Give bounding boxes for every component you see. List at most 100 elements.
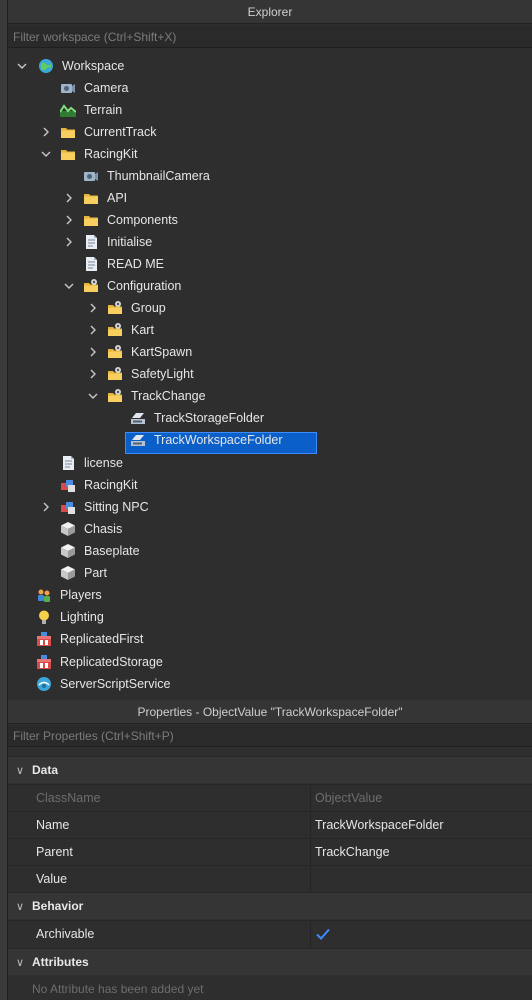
explorer-title: Explorer [8, 0, 532, 24]
chevron-down-icon[interactable] [87, 390, 99, 402]
prop-name-value: Value [36, 872, 68, 886]
tree-item-workspace[interactable]: Workspace [8, 55, 508, 77]
tree-item-baseplate[interactable]: Baseplate [8, 540, 508, 562]
tree-item-replicatedfirst[interactable]: ReplicatedFirst [8, 628, 508, 650]
script-icon [83, 256, 99, 272]
tree-item-label: Sitting NPC [84, 500, 149, 514]
tree-item-label: Camera [84, 81, 129, 95]
chevron-right-icon[interactable] [87, 302, 99, 314]
explorer-tree: Workspace Camera Terrain CurrentTrack Racing… [8, 55, 532, 695]
tree-item-thumbnailcamera[interactable]: ThumbnailCamera [8, 165, 508, 187]
tree-item-kartspawn[interactable]: KartSpawn [8, 341, 508, 363]
tree-item-camera[interactable]: Camera [8, 77, 508, 99]
chevron-down-icon[interactable] [40, 148, 52, 160]
chevron-right-icon[interactable] [40, 501, 52, 513]
part-icon [60, 543, 76, 559]
tree-item-label: SafetyLight [131, 367, 194, 381]
tree-item-trackworkspacefolder[interactable]: TrackWorkspaceFolder [8, 429, 508, 451]
tree-item-label: Baseplate [84, 544, 140, 558]
chevron-down-icon[interactable]: ∨ [8, 956, 32, 969]
section-data[interactable]: ∨ Data [8, 756, 532, 783]
checkmark-icon[interactable] [315, 926, 331, 942]
tree-item-currenttrack[interactable]: CurrentTrack [8, 121, 508, 143]
column-divider [310, 812, 311, 839]
camera-icon [83, 168, 99, 184]
chevron-down-icon[interactable] [16, 60, 28, 72]
prop-value-name[interactable]: TrackWorkspaceFolder [315, 812, 444, 839]
section-attributes[interactable]: ∨ Attributes [8, 948, 532, 975]
config-folder-icon [107, 388, 123, 404]
terrain-icon [60, 102, 76, 118]
tree-item-part[interactable]: Part [8, 562, 508, 584]
tree-item-label: ThumbnailCamera [107, 169, 210, 183]
tree-item-configuration[interactable]: Configuration [8, 275, 508, 297]
prop-value-classname: ObjectValue [315, 791, 383, 805]
chevron-down-icon[interactable]: ∨ [8, 764, 32, 777]
chevron-right-icon[interactable] [87, 324, 99, 336]
tree-item-label: ReplicatedStorage [60, 655, 163, 669]
tree-item-label: Group [131, 301, 166, 315]
tree-item-initialise[interactable]: Initialise [8, 231, 508, 253]
tree-item-label: Configuration [107, 279, 182, 293]
chevron-right-icon[interactable] [87, 368, 99, 380]
folder-icon [60, 146, 76, 162]
tree-item-label: TrackStorageFolder [154, 411, 264, 425]
tree-item-license[interactable]: license [8, 452, 508, 474]
tree-item-racingkit[interactable]: RacingKit [8, 143, 508, 165]
tree-item-serverscriptservice[interactable]: ServerScriptService [8, 673, 508, 695]
prop-row-value[interactable]: Value [8, 865, 532, 893]
tree-item-label: Players [60, 588, 102, 602]
prop-row-name[interactable]: Name TrackWorkspaceFolder [8, 811, 532, 839]
tree-item-terrain[interactable]: Terrain [8, 99, 508, 121]
tree-item-safetylight[interactable]: SafetyLight [8, 363, 508, 385]
tree-item-kart[interactable]: Kart [8, 319, 508, 341]
server-script-icon [36, 676, 52, 692]
chevron-right-icon[interactable] [63, 236, 75, 248]
tree-item-label: Lighting [60, 610, 104, 624]
prop-row-archivable[interactable]: Archivable [8, 920, 532, 948]
prop-name-name: Name [36, 818, 70, 832]
tree-item-racingkit[interactable]: RacingKit [8, 474, 508, 496]
section-behavior[interactable]: ∨ Behavior [8, 892, 532, 919]
prop-name-classname: ClassName [36, 791, 101, 805]
prop-value-parent[interactable]: TrackChange [315, 839, 390, 866]
tree-item-label: Components [107, 213, 178, 227]
tree-item-chasis[interactable]: Chasis [8, 518, 508, 540]
tree-item-lighting[interactable]: Lighting [8, 606, 508, 628]
tree-item-trackstoragefolder[interactable]: TrackStorageFolder [8, 407, 508, 429]
prop-name-archivable: Archivable [36, 927, 95, 941]
explorer-filter-input[interactable]: Filter workspace (Ctrl+Shift+X) [8, 26, 532, 48]
tree-item-label: CurrentTrack [84, 125, 157, 139]
tree-item-trackchange[interactable]: TrackChange [8, 385, 508, 407]
tree-item-label: Kart [131, 323, 154, 337]
model-icon [60, 499, 76, 515]
tree-item-group[interactable]: Group [8, 297, 508, 319]
config-folder-icon [107, 300, 123, 316]
tree-item-replicatedstorage[interactable]: ReplicatedStorage [8, 651, 508, 673]
properties-filter-input[interactable]: Filter Properties (Ctrl+Shift+P) [8, 725, 532, 747]
replicated-icon [36, 631, 52, 647]
chevron-down-icon[interactable]: ∨ [8, 900, 32, 913]
tree-item-label: READ ME [107, 257, 164, 271]
prop-row-parent[interactable]: Parent TrackChange [8, 838, 532, 866]
chevron-right-icon[interactable] [87, 346, 99, 358]
script-icon [60, 455, 76, 471]
prop-row-classname: ClassName ObjectValue [8, 784, 532, 812]
folder-icon [60, 124, 76, 140]
attributes-empty-message: No Attribute has been added yet [32, 982, 204, 996]
tree-item-players[interactable]: Players [8, 584, 508, 606]
properties-grid: ∨ Data ClassName ObjectValue Name TrackW… [8, 748, 532, 1000]
tree-item-components[interactable]: Components [8, 209, 508, 231]
tree-item-api[interactable]: API [8, 187, 508, 209]
tree-item-label: Terrain [84, 103, 123, 117]
chevron-down-icon[interactable] [63, 280, 75, 292]
chevron-right-icon[interactable] [40, 126, 52, 138]
chevron-right-icon[interactable] [63, 192, 75, 204]
objectvalue-icon [130, 410, 146, 426]
tree-item-sitting-npc[interactable]: Sitting NPC [8, 496, 508, 518]
folder-icon [83, 190, 99, 206]
chevron-right-icon[interactable] [63, 214, 75, 226]
folder-icon [83, 212, 99, 228]
column-divider [310, 785, 311, 812]
tree-item-read-me[interactable]: READ ME [8, 253, 508, 275]
